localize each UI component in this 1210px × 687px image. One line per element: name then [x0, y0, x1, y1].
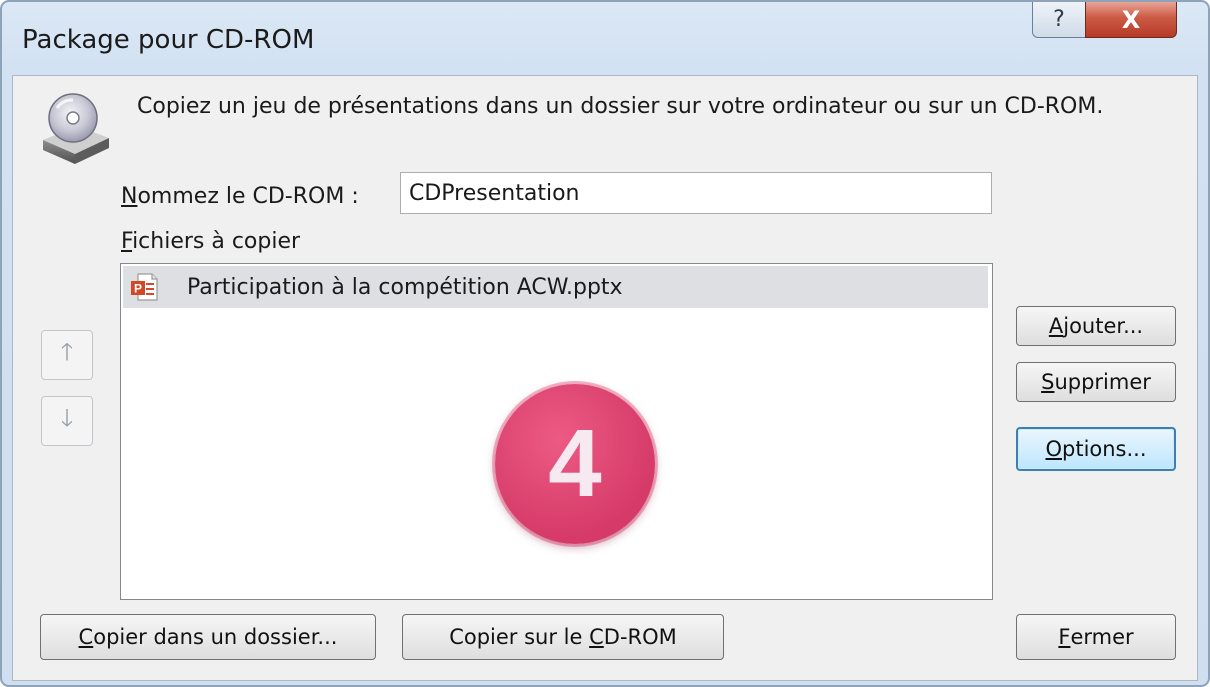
close-window-button[interactable]: X	[1085, 2, 1177, 38]
title-bar[interactable]: Package pour CD-ROM ? X	[2, 2, 1208, 72]
intro-text: Copiez un jeu de présentations dans un d…	[137, 94, 1104, 119]
powerpoint-file-icon: P	[131, 273, 158, 301]
list-item[interactable]: P Participation à la compétition ACW.ppt…	[123, 266, 988, 308]
help-button[interactable]: ?	[1032, 2, 1086, 38]
close-icon: X	[1121, 5, 1141, 34]
add-button[interactable]: Ajouter...	[1016, 306, 1176, 346]
files-list[interactable]: P Participation à la compétition ACW.ppt…	[120, 263, 993, 600]
cd-name-input[interactable]	[400, 172, 992, 214]
move-up-button[interactable]: 🡑	[41, 330, 93, 380]
options-button[interactable]: Options...	[1016, 427, 1176, 471]
copy-to-folder-button[interactable]: Copier dans un dossier...	[40, 614, 376, 660]
step-number-badge: 4	[495, 384, 655, 544]
close-button[interactable]: Fermer	[1016, 614, 1176, 660]
arrow-up-icon: 🡑	[60, 337, 74, 366]
move-down-button[interactable]: 🡓	[41, 396, 93, 446]
help-icon: ?	[1053, 7, 1065, 32]
cd-drive-icon	[43, 93, 109, 164]
copy-to-cd-button[interactable]: Copier sur le C D-ROM	[402, 614, 724, 660]
file-name: Participation à la compétition ACW.pptx	[187, 274, 623, 300]
arrow-down-icon: 🡓	[60, 403, 74, 432]
remove-button[interactable]: Supprimer	[1016, 362, 1176, 402]
dialog-window: Package pour CD-ROM ? X Copiez un jeu de…	[0, 0, 1210, 687]
svg-text:P: P	[134, 282, 142, 296]
files-to-copy-label: Fichiers à copier	[121, 229, 301, 254]
window-title: Package pour CD-ROM	[22, 25, 315, 55]
name-cd-label: Nommez le CD-ROM :	[121, 184, 359, 209]
dialog-body: Copiez un jeu de présentations dans un d…	[12, 75, 1198, 681]
